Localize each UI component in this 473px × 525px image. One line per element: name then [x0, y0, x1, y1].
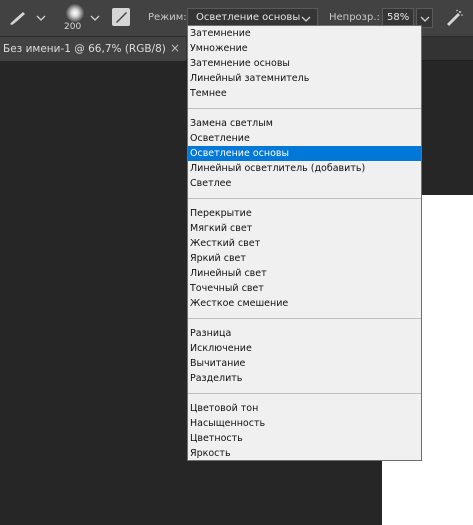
blend-mode-value: Осветление основы: [196, 12, 301, 23]
airbrush-icon[interactable]: [444, 9, 464, 27]
blend-mode-option[interactable]: Мягкий свет: [188, 221, 421, 236]
blend-mode-option[interactable]: Затемнение: [188, 26, 421, 41]
document-tab[interactable]: Без имени-1 @ 66,7% (RGB/8) ×: [0, 37, 186, 61]
brush-size-value: 200: [64, 22, 82, 32]
blend-mode-option[interactable]: Осветление основы: [188, 146, 421, 161]
tool-preset-chevron-down-icon[interactable]: [36, 14, 46, 22]
blend-mode-option[interactable]: Перекрытие: [188, 206, 421, 221]
menu-separator: [188, 318, 421, 319]
blend-mode-option[interactable]: Разница: [188, 326, 421, 341]
menu-separator: [188, 108, 421, 109]
blend-mode-option[interactable]: Яркий свет: [188, 251, 421, 266]
blend-mode-option[interactable]: Затемнение основы: [188, 56, 421, 71]
blend-mode-option[interactable]: Цветовой тон: [188, 401, 421, 416]
blend-mode-option[interactable]: Линейный затемнитель: [188, 71, 421, 86]
blend-mode-dropdown: Затемнение Умножение Затемнение основы Лине…: [187, 25, 422, 461]
blend-mode-option[interactable]: Точечный свет: [188, 281, 421, 296]
blend-mode-option[interactable]: Жесткий свет: [188, 236, 421, 251]
blend-mode-option[interactable]: Светлее: [188, 176, 421, 191]
blend-mode-option[interactable]: Умножение: [188, 41, 421, 56]
blend-mode-option[interactable]: Разделить: [188, 371, 421, 386]
brush-panel-icon: [116, 12, 127, 23]
chevron-down-icon: [420, 16, 430, 22]
mode-label: Режим:: [148, 12, 187, 23]
brush-tool-icon[interactable]: [6, 10, 28, 26]
blend-mode-option[interactable]: Линейный осветлитель (добавить): [188, 161, 421, 176]
brush-picker-chevron-down-icon[interactable]: [90, 14, 100, 22]
brush-preview[interactable]: [66, 4, 84, 22]
brush-panel-toggle[interactable]: [112, 8, 130, 26]
blend-mode-option[interactable]: Жесткое смешение: [188, 296, 421, 311]
blend-mode-option[interactable]: Осветление: [188, 131, 421, 146]
blend-mode-option[interactable]: Темнее: [188, 86, 421, 101]
blend-mode-option[interactable]: Исключение: [188, 341, 421, 356]
menu-separator: [188, 393, 421, 394]
chevron-down-icon: [301, 16, 311, 22]
close-icon[interactable]: ×: [170, 41, 180, 55]
blend-mode-option[interactable]: Яркость: [188, 446, 421, 461]
document-tab-title: Без имени-1 @ 66,7% (RGB/8): [3, 43, 166, 55]
blend-mode-option[interactable]: Цветность: [188, 431, 421, 446]
blend-mode-option[interactable]: Насыщенность: [188, 416, 421, 431]
blend-mode-option[interactable]: Замена светлым: [188, 116, 421, 131]
blend-mode-option[interactable]: Вычитание: [188, 356, 421, 371]
opacity-label: Непрозр.:: [329, 12, 380, 23]
menu-separator: [188, 198, 421, 199]
blend-mode-option[interactable]: Линейный свет: [188, 266, 421, 281]
